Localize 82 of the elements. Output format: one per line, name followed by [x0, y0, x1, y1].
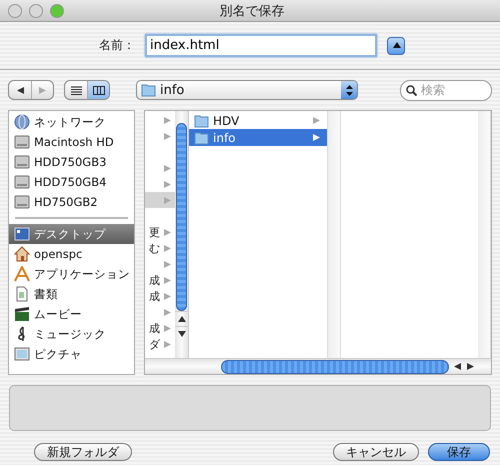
hard-drive-icon	[14, 154, 30, 170]
sidebar-label: 書類	[34, 286, 58, 302]
name-label: 名前：	[98, 37, 135, 54]
up-down-arrows-icon	[346, 84, 352, 96]
browser-row[interactable]: む	[145, 240, 175, 256]
triangle-icon	[392, 41, 400, 50]
browser-row[interactable]	[145, 192, 175, 208]
expand-button[interactable]	[387, 36, 405, 54]
down-arrow-icon	[177, 330, 186, 339]
sidebar-item[interactable]: openspc	[9, 244, 134, 264]
row-text: ダ	[149, 336, 160, 352]
sidebar-label: openspc	[34, 247, 82, 261]
save-button[interactable]: 保存	[428, 443, 490, 461]
sidebar-label: HD750GB2	[34, 195, 98, 209]
sidebar-label: ミュージック	[34, 326, 106, 342]
sidebar-item[interactable]: HD750GB2	[9, 192, 134, 212]
browser-row[interactable]: 成	[145, 320, 175, 336]
sidebar-label: アプリケーション	[34, 266, 130, 282]
location-popup[interactable]: info	[136, 80, 358, 100]
up-arrow-icon	[177, 314, 186, 324]
list-view-icon	[70, 86, 82, 94]
sidebar-item[interactable]: ピクチャ	[9, 344, 134, 364]
hard-drive-icon	[14, 194, 30, 210]
browser-row[interactable]: 成	[145, 272, 175, 288]
sidebar-label: HDD750GB4	[34, 175, 106, 189]
folder-row[interactable]: HDV	[189, 112, 327, 129]
right-arrow-icon	[38, 86, 47, 94]
browser-row[interactable]: ダ	[145, 336, 175, 352]
window-control-button[interactable]	[50, 4, 64, 18]
sidebar-item[interactable]: Macintosh HD	[9, 132, 134, 152]
left-arrow-icon	[16, 86, 24, 94]
sidebar-item[interactable]: ネットワーク	[9, 112, 134, 132]
row-text: 成	[149, 272, 160, 288]
sidebar-item[interactable]: ムービー	[9, 304, 134, 324]
new-folder-button[interactable]: 新規フォルダ	[34, 443, 132, 461]
horizontal-scrollbar[interactable]	[145, 358, 491, 374]
desktop-icon	[14, 226, 30, 242]
folder-row[interactable]: info	[189, 129, 327, 146]
sidebar-label: デスクトップ	[34, 226, 106, 242]
hard-drive-icon	[14, 174, 30, 190]
right-arrow-icon	[466, 362, 475, 371]
search-field[interactable]: 検索	[400, 80, 492, 100]
column-view-button[interactable]	[87, 81, 109, 99]
picture-frame-icon	[14, 346, 30, 362]
vertical-scrollbar[interactable]	[175, 111, 189, 358]
window-control-button[interactable]	[8, 4, 22, 18]
globe-icon	[14, 114, 30, 130]
filename-field[interactable]: index.html	[145, 34, 377, 57]
folder-icon	[141, 83, 156, 97]
scroll-thumb[interactable]	[176, 123, 187, 312]
sidebar-item[interactable]: HDD750GB3	[9, 152, 134, 172]
column-view-icon	[92, 86, 104, 94]
left-arrow-icon	[453, 362, 462, 371]
sidebar-label: ネットワーク	[34, 114, 106, 130]
column-resize-handle[interactable]	[478, 111, 491, 358]
window-title: 別名で保存	[218, 2, 286, 20]
hard-drive-icon	[14, 134, 30, 150]
house-icon	[14, 246, 30, 262]
sidebar-label: Macintosh HD	[34, 135, 114, 149]
sidebar-item[interactable]: 書類	[9, 284, 134, 304]
browser-row[interactable]: 更	[145, 224, 175, 240]
sidebar-label: ピクチャ	[34, 346, 82, 362]
row-text: 更	[149, 224, 160, 240]
document-icon	[14, 286, 30, 302]
browser-row[interactable]: 成	[145, 288, 175, 304]
cancel-button[interactable]: キャンセル	[333, 443, 419, 461]
folder-icon	[194, 130, 209, 144]
sidebar-item[interactable]: デスクトップ	[9, 224, 134, 244]
row-text: 成	[149, 288, 160, 304]
scroll-thumb[interactable]	[221, 360, 449, 374]
window-control-button[interactable]	[29, 4, 43, 18]
sidebar-item[interactable]: アプリケーション	[9, 264, 134, 284]
clapperboard-icon	[14, 306, 30, 322]
row-text: む	[149, 240, 160, 256]
sidebar-item[interactable]: ミュージック	[9, 324, 134, 344]
sidebar-item[interactable]: HDD750GB4	[9, 172, 134, 192]
folder-name: info	[213, 130, 237, 144]
folder-name: HDV	[213, 114, 240, 128]
row-text: 成	[149, 320, 160, 336]
sidebar-label: ムービー	[34, 306, 82, 322]
sidebar-label: HDD750GB3	[34, 155, 106, 169]
column-resize-handle[interactable]	[328, 111, 341, 358]
